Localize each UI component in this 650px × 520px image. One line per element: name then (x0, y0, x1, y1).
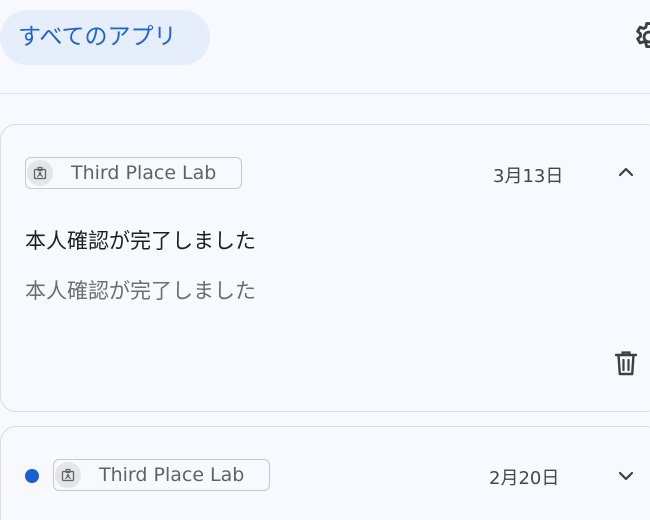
header-bar: すべてのアプリ (0, 0, 650, 94)
app-badge-icon (27, 160, 53, 186)
notification-date: 3月13日 (493, 166, 564, 187)
app-chip: Third Place Lab (25, 157, 242, 189)
gear-icon[interactable] (632, 20, 650, 54)
notification-body: 本人確認が完了しました (25, 279, 256, 303)
trash-icon[interactable] (613, 349, 639, 377)
notifications-page: すべてのアプリ Third Place Lab 3月13日 本人確認が完了しまし… (0, 0, 650, 520)
notification-card[interactable]: Third Place Lab 2月20日 (0, 426, 650, 520)
unread-indicator (25, 469, 39, 483)
notification-card[interactable]: Third Place Lab 3月13日 本人確認が完了しました 本人確認が完… (0, 124, 650, 412)
all-apps-filter-chip[interactable]: すべてのアプリ (0, 10, 210, 65)
notification-title: 本人確認が完了しました (25, 229, 256, 253)
app-name-label: Third Place Lab (99, 464, 245, 486)
chevron-up-icon[interactable] (615, 161, 637, 183)
app-chip: Third Place Lab (53, 459, 270, 491)
app-badge-icon (55, 462, 81, 488)
app-name-label: Third Place Lab (71, 162, 217, 184)
notification-date: 2月20日 (489, 468, 560, 489)
chevron-down-icon[interactable] (615, 465, 637, 487)
